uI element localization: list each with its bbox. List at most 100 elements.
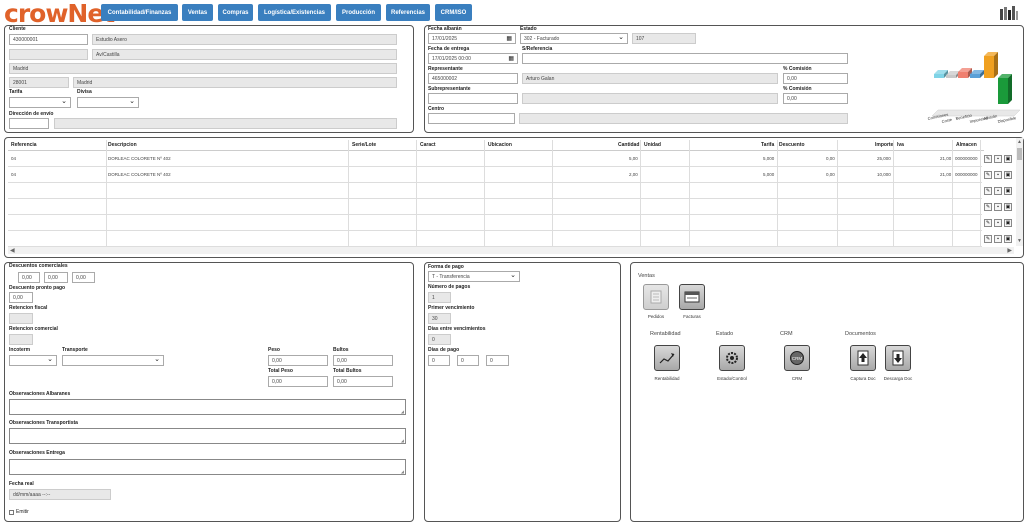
- row-iva: 21,00: [940, 156, 952, 161]
- col-serie[interactable]: Serie/Lote: [352, 142, 376, 148]
- transporte-select[interactable]: [62, 355, 164, 366]
- desc-com-3-input[interactable]: 0,00: [72, 272, 95, 283]
- nav-crm-iso[interactable]: CRM/ISO: [435, 4, 472, 21]
- add-icon[interactable]: ▣: [1004, 235, 1012, 243]
- col-referencia[interactable]: Referencia: [11, 142, 37, 148]
- estado-control-button[interactable]: [719, 345, 745, 371]
- col-cantidad[interactable]: Cantidad: [618, 142, 639, 148]
- scroll-up-icon[interactable]: ▲: [1017, 139, 1022, 145]
- nav-contabilidad[interactable]: Contabilidad/Finanzas: [101, 4, 178, 21]
- incoterm-label: Incoterm: [9, 347, 31, 353]
- scroll-left-icon[interactable]: ◀: [10, 247, 15, 254]
- col-almacen[interactable]: Almacen: [956, 142, 977, 148]
- delete-icon[interactable]: ▪: [994, 171, 1002, 179]
- desc-com-1-input[interactable]: 0,00: [18, 272, 40, 283]
- col-descuento[interactable]: Descuento: [779, 142, 805, 148]
- fecha-real-input[interactable]: dd/mm/aaaa --:--: [9, 489, 111, 500]
- client-code-input[interactable]: 430000001: [9, 34, 88, 45]
- table-row[interactable]: [8, 231, 982, 247]
- gear-icon: [726, 352, 738, 364]
- scroll-down-icon[interactable]: ▼: [1017, 238, 1022, 244]
- su-referencia-input[interactable]: [522, 53, 848, 64]
- pedidos-button[interactable]: [643, 284, 669, 310]
- add-icon[interactable]: ▣: [1004, 187, 1012, 195]
- add-icon[interactable]: ▣: [1004, 171, 1012, 179]
- row-actions: ✎ ▪ ▣: [984, 155, 1014, 163]
- add-icon[interactable]: ▣: [1004, 219, 1012, 227]
- row-descuento: 0,00: [826, 156, 835, 161]
- delete-icon[interactable]: ▪: [994, 235, 1002, 243]
- facturas-button[interactable]: [679, 284, 705, 310]
- edit-icon[interactable]: ✎: [984, 219, 992, 227]
- estado-select[interactable]: 302 - Facturado: [520, 33, 628, 44]
- crm-button[interactable]: CRM: [784, 345, 810, 371]
- subrep-code-input[interactable]: [428, 93, 518, 104]
- table-row[interactable]: 04 DORLEAC COLORETE Nº 402 5,00 5,000 0,…: [8, 151, 982, 167]
- table-row[interactable]: 04 DORLEAC COLORETE Nº 402 2,00 5,000 0,…: [8, 167, 982, 183]
- comision2-input[interactable]: 0,00: [783, 93, 848, 104]
- nav-ventas[interactable]: Ventas: [182, 4, 213, 21]
- dias-pago-1-input[interactable]: 0: [428, 355, 450, 366]
- col-unidad[interactable]: Unidad: [644, 142, 661, 148]
- delete-icon[interactable]: ▪: [994, 187, 1002, 195]
- obs-alb-label: Observaciones Albaranes: [9, 391, 71, 397]
- edit-icon[interactable]: ✎: [984, 203, 992, 211]
- edit-icon[interactable]: ✎: [984, 235, 992, 243]
- tarifa-label: Tarifa: [9, 89, 23, 95]
- col-importe[interactable]: Importe: [875, 142, 893, 148]
- direccion-code-input[interactable]: [9, 118, 49, 129]
- delete-icon[interactable]: ▪: [994, 219, 1002, 227]
- dias-pago-3-input[interactable]: 0: [486, 355, 509, 366]
- obs-trans-textarea[interactable]: [9, 428, 406, 444]
- scroll-right-icon[interactable]: ▶: [1007, 247, 1012, 254]
- obs-alb-textarea[interactable]: [9, 399, 406, 415]
- emitir-checkbox[interactable]: [9, 510, 14, 515]
- dias-pago-2-input[interactable]: 0: [457, 355, 479, 366]
- desc-com-2-input[interactable]: 0,00: [44, 272, 68, 283]
- total-peso-input[interactable]: 0,00: [268, 376, 328, 387]
- col-tarifa[interactable]: Tarifa: [761, 142, 774, 148]
- centro-label: Centro: [428, 106, 445, 112]
- table-row[interactable]: [8, 183, 982, 199]
- delete-icon[interactable]: ▪: [994, 203, 1002, 211]
- pronto-input[interactable]: 0,00: [9, 292, 33, 303]
- bultos-input[interactable]: 0,00: [333, 355, 393, 366]
- rentabilidad-button[interactable]: [654, 345, 680, 371]
- add-icon[interactable]: ▣: [1004, 203, 1012, 211]
- total-bultos-input[interactable]: 0,00: [333, 376, 393, 387]
- centro-code-input[interactable]: [428, 113, 515, 124]
- horizontal-scrollbar[interactable]: ◀ ▶: [8, 247, 1014, 254]
- fecha-albaran-input[interactable]: 17/01/2025: [428, 33, 516, 44]
- representante-code-input[interactable]: 465000002: [428, 73, 518, 84]
- peso-input[interactable]: 0,00: [268, 355, 328, 366]
- delete-icon[interactable]: ▪: [994, 155, 1002, 163]
- obs-ent-textarea[interactable]: [9, 459, 406, 475]
- fecha-real-label: Fecha real: [9, 481, 34, 487]
- edit-icon[interactable]: ✎: [984, 155, 992, 163]
- nav-logistica[interactable]: Logística/Existencias: [258, 4, 331, 21]
- divisa-select[interactable]: [77, 97, 139, 108]
- edit-icon[interactable]: ✎: [984, 171, 992, 179]
- edit-icon[interactable]: ✎: [984, 187, 992, 195]
- descarga-doc-button[interactable]: [885, 345, 911, 371]
- nav-produccion[interactable]: Producción: [336, 4, 381, 21]
- scroll-thumb[interactable]: [1017, 148, 1022, 160]
- add-icon[interactable]: ▣: [1004, 155, 1012, 163]
- comision-input[interactable]: 0,00: [783, 73, 848, 84]
- nav-compras[interactable]: Compras: [218, 4, 253, 21]
- nav-referencias[interactable]: Referencias: [386, 4, 430, 21]
- table-row[interactable]: [8, 215, 982, 231]
- representante-name-field: Arturo Galan: [522, 73, 778, 84]
- incoterm-select[interactable]: [9, 355, 57, 366]
- forma-pago-select[interactable]: T - Transferencia: [428, 271, 520, 282]
- vertical-scrollbar[interactable]: ▲ ▼: [1016, 138, 1023, 246]
- col-descripcion[interactable]: Descripcion: [108, 142, 137, 148]
- col-iva[interactable]: Iva: [897, 142, 904, 148]
- table-row[interactable]: [8, 199, 982, 215]
- fecha-entrega-input[interactable]: 17/01/2025 00:00: [428, 53, 518, 64]
- tarifa-select[interactable]: [9, 97, 71, 108]
- app-logo[interactable]: crowNet: [4, 0, 115, 28]
- col-caract[interactable]: Caract: [420, 142, 436, 148]
- col-ubicacion[interactable]: Ubicacion: [488, 142, 512, 148]
- captura-doc-button[interactable]: [850, 345, 876, 371]
